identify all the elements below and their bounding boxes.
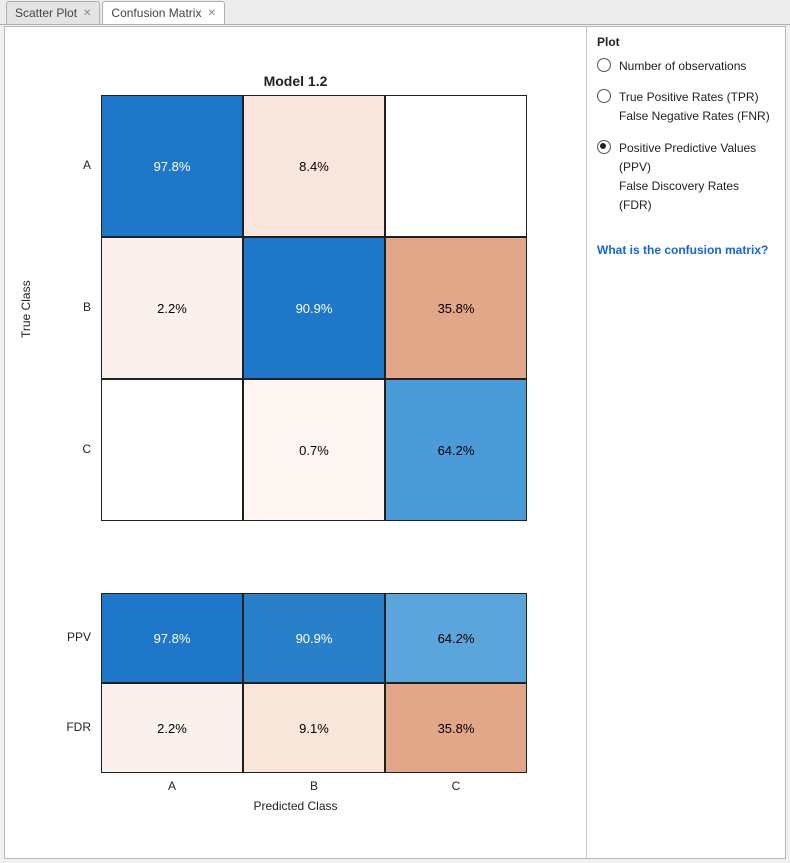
x-axis-label: Predicted Class [5, 799, 586, 818]
summary-cell: 90.9% [243, 593, 385, 683]
option-line: True Positive Rates (TPR) [619, 88, 770, 107]
radio-icon [597, 89, 611, 103]
summary-cell: 35.8% [385, 683, 527, 773]
option-line: False Negative Rates (FNR) [619, 107, 770, 126]
y-axis-label: True Class [19, 280, 33, 338]
matrix-cell: 8.4% [243, 95, 385, 237]
plot-title: Model 1.2 [5, 73, 586, 89]
tab-label: Scatter Plot [15, 6, 77, 20]
matrix-cell: 35.8% [385, 237, 527, 379]
row-label: A [51, 158, 91, 172]
matrix-cell [385, 95, 527, 237]
option-labels: Number of observations [619, 57, 746, 76]
summary-row-label: PPV [51, 630, 91, 644]
summary-cell: 64.2% [385, 593, 527, 683]
matrix-cell: 0.7% [243, 379, 385, 521]
close-icon[interactable]: ✕ [83, 8, 91, 19]
plot-option-2[interactable]: Positive Predictive Values (PPV)False Di… [597, 139, 775, 216]
tab-confusion-matrix[interactable]: Confusion Matrix ✕ [102, 1, 224, 24]
content-area: Model 1.2 True Class Predicted Class 97.… [4, 26, 786, 859]
option-line: Number of observations [619, 57, 746, 76]
radio-icon [597, 140, 611, 154]
matrix-cell: 64.2% [385, 379, 527, 521]
row-label: B [51, 300, 91, 314]
tab-scatter-plot[interactable]: Scatter Plot ✕ [6, 1, 100, 24]
option-line: Positive Predictive Values (PPV) [619, 139, 775, 177]
summary-row-label: FDR [51, 720, 91, 734]
matrix-cell: 90.9% [243, 237, 385, 379]
side-heading: Plot [597, 35, 775, 49]
matrix-cell: 97.8% [101, 95, 243, 237]
plot-panel: Model 1.2 True Class Predicted Class 97.… [5, 27, 587, 858]
tab-bar: Scatter Plot ✕ Confusion Matrix ✕ [0, 0, 790, 25]
close-icon[interactable]: ✕ [207, 8, 215, 19]
col-label: A [101, 779, 243, 793]
tab-label: Confusion Matrix [111, 6, 201, 20]
summary-cell: 97.8% [101, 593, 243, 683]
summary-cell: 9.1% [243, 683, 385, 773]
matrix-cell: 2.2% [101, 237, 243, 379]
option-line: False Discovery Rates (FDR) [619, 177, 775, 215]
help-link[interactable]: What is the confusion matrix? [597, 243, 768, 257]
col-label: C [385, 779, 527, 793]
row-label: C [51, 442, 91, 456]
plot-option-0[interactable]: Number of observations [597, 57, 775, 76]
summary-cell: 2.2% [101, 683, 243, 773]
option-labels: True Positive Rates (TPR)False Negative … [619, 88, 770, 126]
option-labels: Positive Predictive Values (PPV)False Di… [619, 139, 775, 216]
col-label: B [243, 779, 385, 793]
radio-icon [597, 58, 611, 72]
side-panel: Plot Number of observations True Positive… [587, 27, 785, 858]
plot-option-1[interactable]: True Positive Rates (TPR)False Negative … [597, 88, 775, 126]
matrix-cell [101, 379, 243, 521]
